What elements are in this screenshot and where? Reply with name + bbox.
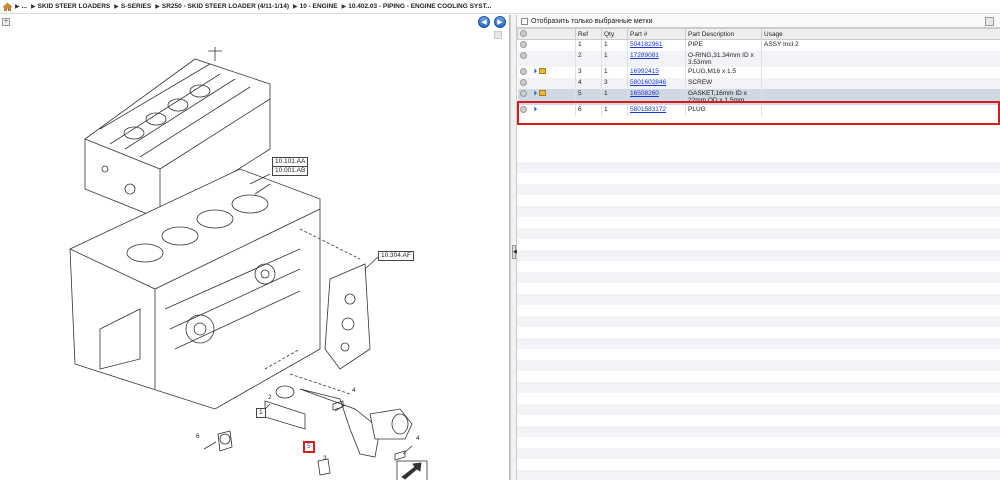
ref-5-label-highlighted[interactable]: 5 xyxy=(303,441,315,453)
cell-description: PIPE xyxy=(685,39,762,51)
kit-box-icon[interactable] xyxy=(538,90,546,96)
cell-usage xyxy=(761,104,1000,116)
chevron-right-icon: ▶ xyxy=(155,4,160,10)
chevron-right-icon: ▶ xyxy=(293,4,298,10)
breadcrumb-item-piping[interactable]: 10.402.03 - PIPING - ENGINE COOLING SYST… xyxy=(348,3,491,10)
cell-description: PLUG xyxy=(685,104,762,116)
collapse-handle-icon[interactable]: ◀ xyxy=(512,245,517,259)
table-row[interactable]: 2 1 17289081 O-RING,31.34mm ID x 3.53mm xyxy=(517,50,1000,67)
chevron-right-icon: ▶ xyxy=(15,4,20,10)
drawing-toolbar: + ◀ ▶ xyxy=(0,15,510,28)
add-to-cart-icon[interactable] xyxy=(519,51,527,59)
table-header-row: Ref Qty Part # Part Description Usage xyxy=(517,28,1000,40)
settings-icon[interactable] xyxy=(520,30,527,38)
parts-table: Ref Qty Part # Part Description Usage 1 … xyxy=(517,28,1000,116)
cell-qty: 1 xyxy=(601,88,628,105)
cell-qty: 1 xyxy=(601,39,628,51)
cell-usage xyxy=(761,88,1000,105)
ref-2-label[interactable]: 2 xyxy=(268,394,272,401)
breadcrumb-item-model[interactable]: SR250 - SKID STEER LOADER (4/11-1/14) xyxy=(162,3,289,10)
export-icon[interactable] xyxy=(985,17,994,26)
replacement-arrow-icon[interactable] xyxy=(529,106,537,112)
cell-description: GASKET,16mm ID x 22mm OD x 1.5mm xyxy=(685,88,762,105)
next-arrow-icon[interactable]: ▶ xyxy=(494,16,506,28)
cell-ref: 4 xyxy=(575,77,602,89)
add-to-cart-icon[interactable] xyxy=(519,67,527,75)
header-qty[interactable]: Qty xyxy=(601,28,628,40)
part-number-link[interactable]: 5801583172 xyxy=(630,106,666,113)
header-ref[interactable]: Ref xyxy=(575,28,602,40)
cell-usage: ASSY Incl 2 xyxy=(761,39,1000,51)
part-number-link[interactable]: 504182961 xyxy=(630,41,663,48)
chevron-right-icon: ▶ xyxy=(341,4,347,10)
ref-1-label[interactable]: 1 xyxy=(256,408,266,418)
add-to-cart-icon[interactable] xyxy=(519,78,527,86)
cell-qty: 3 xyxy=(601,77,628,89)
chevron-right-icon: ▶ xyxy=(114,4,119,10)
table-row-selected[interactable]: 5 1 16508260 GASKET,16mm ID x 22mm OD x … xyxy=(517,88,1000,105)
breadcrumb-item-series[interactable]: S-SERIES xyxy=(121,3,151,10)
add-to-cart-icon[interactable] xyxy=(519,105,527,113)
table-row[interactable]: 6 1 5801583172 PLUG xyxy=(517,104,1000,116)
add-to-cart-icon[interactable] xyxy=(519,41,527,48)
pane-splitter[interactable]: ◀ xyxy=(510,15,517,480)
cell-ref: 3 xyxy=(575,66,602,78)
header-actions xyxy=(517,28,576,40)
ref-3-label[interactable]: 3 xyxy=(323,455,327,462)
header-usage[interactable]: Usage xyxy=(761,28,1000,40)
parts-list-pane: Отобразить только выбранные метки Ref Qt… xyxy=(517,15,1000,480)
header-description[interactable]: Part Description xyxy=(685,28,762,40)
cell-description: O-RING,31.34mm ID x 3.53mm xyxy=(685,50,762,67)
replacement-arrow-icon[interactable] xyxy=(529,68,537,74)
breadcrumb-item-ellipsis[interactable]: ... xyxy=(22,3,27,10)
chevron-right-icon: ▶ xyxy=(31,4,36,10)
kit-box-icon[interactable] xyxy=(538,68,546,74)
add-to-cart-icon[interactable] xyxy=(519,89,527,97)
ref-4-label[interactable]: 4 xyxy=(352,387,356,394)
header-part-number[interactable]: Part # xyxy=(627,28,686,40)
cell-ref: 6 xyxy=(575,104,602,116)
expand-icon[interactable]: + xyxy=(2,18,10,26)
part-number-link[interactable]: 5801602846 xyxy=(630,79,666,86)
cell-description: PLUG,M16 x 1.5 xyxy=(685,66,762,78)
filter-bar: Отобразить только выбранные метки xyxy=(517,15,1000,28)
cell-qty: 1 xyxy=(601,104,628,116)
cell-qty: 1 xyxy=(601,66,628,78)
table-row[interactable]: 1 1 504182961 PIPE ASSY Incl 2 xyxy=(517,39,1000,51)
breadcrumb-item-engine[interactable]: 10 - ENGINE xyxy=(300,3,338,10)
table-row[interactable]: 3 1 16992415 PLUG,M16 x 1.5 xyxy=(517,66,1000,78)
callout-cylinder-block-ref[interactable]: 10.001.AB xyxy=(272,166,309,176)
table-row[interactable]: 4 3 5801602846 SCREW xyxy=(517,77,1000,89)
home-icon[interactable] xyxy=(3,2,12,11)
previous-arrow-icon[interactable]: ◀ xyxy=(478,16,490,28)
cell-usage xyxy=(761,77,1000,89)
part-number-link[interactable]: 16508260 xyxy=(630,90,659,97)
exploded-parts-drawing xyxy=(69,47,428,480)
cell-usage xyxy=(761,50,1000,67)
drawing-pane: + ◀ ▶ 10.101.AA 10.001.AB 10.304.AF 1 2 … xyxy=(0,15,510,480)
callout-cover-ref[interactable]: 10.304.AF xyxy=(378,251,414,261)
ref-6-label[interactable]: 6 xyxy=(196,433,200,440)
cell-usage xyxy=(761,66,1000,78)
cell-qty: 1 xyxy=(601,50,628,67)
cell-ref: 1 xyxy=(575,39,602,51)
cell-ref: 2 xyxy=(575,50,602,67)
cell-ref: 5 xyxy=(575,88,602,105)
show-selected-only-checkbox[interactable] xyxy=(521,17,528,25)
part-number-link[interactable]: 16992415 xyxy=(630,68,659,75)
empty-table-area xyxy=(517,151,1000,480)
breadcrumb: ▶ ... ▶ SKID STEER LOADERS ▶ S-SERIES ▶ … xyxy=(0,0,1000,14)
breadcrumb-item-skid-steer[interactable]: SKID STEER LOADERS xyxy=(38,3,111,10)
cell-description: SCREW xyxy=(685,77,762,89)
replacement-arrow-icon[interactable] xyxy=(529,90,537,96)
ref-4-label-secondary[interactable]: 4 xyxy=(416,435,420,442)
show-selected-only-label: Отобразить только выбранные метки xyxy=(531,17,653,25)
part-number-link[interactable]: 17289081 xyxy=(630,52,659,59)
